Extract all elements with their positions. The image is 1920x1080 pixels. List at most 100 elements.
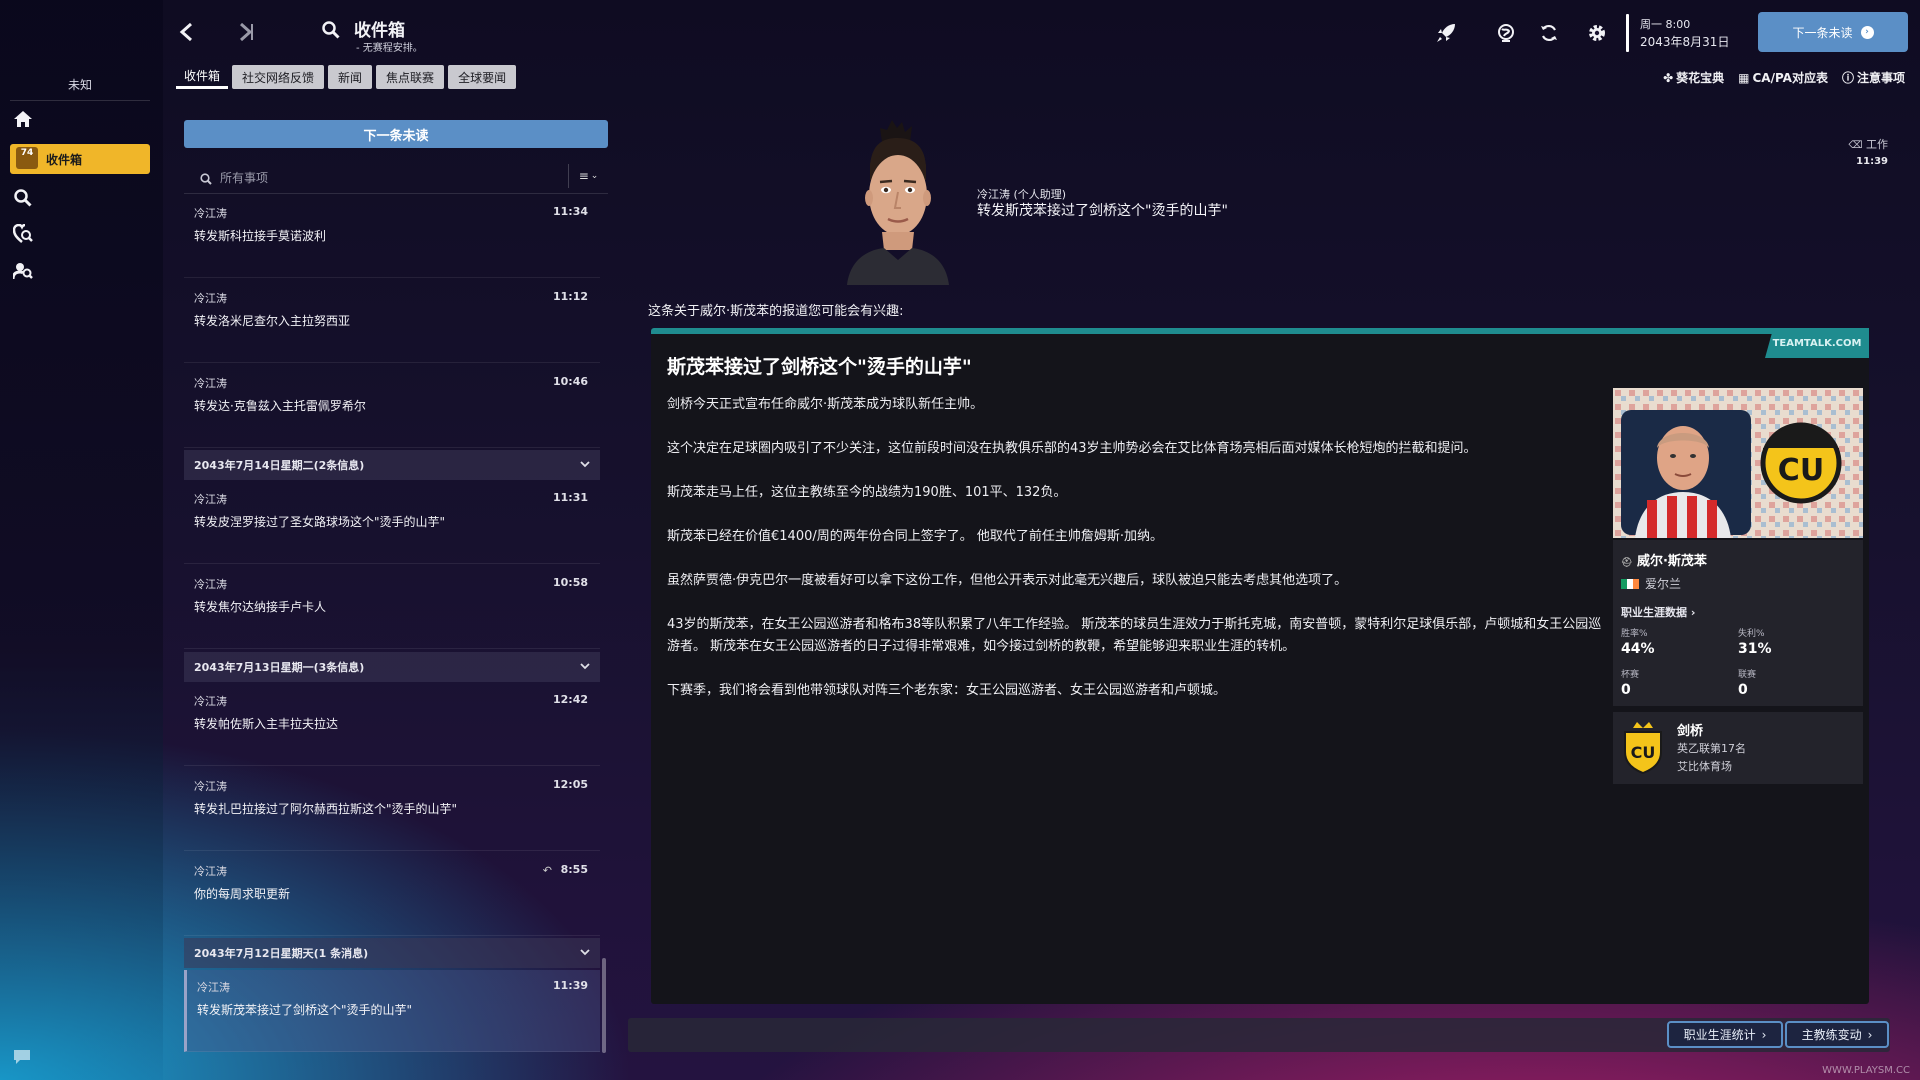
stat-loss-rate: 失利% 31% xyxy=(1738,629,1772,657)
list-item[interactable]: 冷江涛 ↶ 8:55 你的每周求职更新 xyxy=(184,854,600,936)
club-stadium: 艾比体育场 xyxy=(1677,760,1732,773)
search-icon[interactable] xyxy=(12,187,34,209)
sidebar-item-inbox[interactable]: 74 收件箱 xyxy=(10,144,150,174)
career-data-link[interactable]: 职业生涯数据 › xyxy=(1621,604,1855,620)
next-unread-top-button[interactable]: 下一条未读 › xyxy=(1758,12,1908,52)
list-item[interactable]: 冷江涛 10:46 转发达·克鲁兹入主托雷佩罗希尔 xyxy=(184,366,600,448)
manager-info: ⛑ 威尔·斯茂苯 爱尔兰 职业生涯数据 › 胜率% 44% 失利% 31% 杯赛 0 … xyxy=(1613,540,1863,706)
scout-icon[interactable] xyxy=(12,223,34,245)
message-group-header[interactable]: 2043年7月12日星期天(1 条消息) xyxy=(184,938,600,968)
ireland-flag-icon xyxy=(1621,578,1639,589)
sidebar-divider xyxy=(10,100,150,101)
article-paragraph: 斯茂苯走马上任，这位主教练至今的战绩为190胜、101平、132负。 xyxy=(667,485,1067,500)
chevron-down-icon xyxy=(580,660,590,673)
chevron-right-icon: › xyxy=(1761,1027,1767,1042)
refresh-icon[interactable] xyxy=(1537,21,1561,45)
article-paragraph: 43岁的斯茂苯，在女王公园巡游者和格布38等队积累了八年工作经验。 斯茂苯的球员… xyxy=(667,617,1602,654)
list-item[interactable]: 冷江涛 10:58 转发焦尔达纳接手卢卡人 xyxy=(184,567,600,649)
next-unread-button[interactable]: 下一条未读 xyxy=(184,120,608,148)
list-item[interactable]: 冷江涛 12:42 转发帕佐斯入主丰拉夫拉达 xyxy=(184,684,600,766)
list-item[interactable]: 冷江涛 11:12 转发洛米尼查尔入主拉努西亚 xyxy=(184,281,600,363)
right-links: ✤ 葵花宝典 ▦ CA/PA对应表 ⓘ 注意事项 xyxy=(1663,69,1905,86)
message-subject: 转发斯茂苯接过了剑桥这个"烫手的山芋" xyxy=(977,203,1228,219)
staff-search-icon[interactable] xyxy=(12,260,34,282)
message-search-row: 所有事项 ≡ ⌄ xyxy=(184,158,608,194)
svg-text:CU: CU xyxy=(1631,743,1656,762)
stat-leagues: 联赛 0 xyxy=(1738,670,1757,698)
assistant-avatar xyxy=(842,120,952,285)
list-scrollbar[interactable] xyxy=(602,958,606,1053)
manager-name-row[interactable]: ⛑ 威尔·斯茂苯 xyxy=(1621,550,1855,569)
club-card[interactable]: CU 剑桥 英乙联第17名 艾比体育场 xyxy=(1613,712,1863,784)
article-paragraph: 虽然萨贾德·伊克巴尔一度被看好可以拿下这份工作，但他公开表示对此毫无兴趣后，球队… xyxy=(667,573,1348,588)
person-icon: ⛑ xyxy=(1621,558,1633,568)
current-date: 2043年8月31日 xyxy=(1640,35,1730,49)
link-ca-pa-table[interactable]: ▦ CA/PA对应表 xyxy=(1738,69,1828,86)
back-button[interactable] xyxy=(174,20,198,44)
message-group-header[interactable]: 2043年7月13日星期一(3条信息) xyxy=(184,652,600,682)
list-item[interactable]: 冷江涛 11:31 转发皮涅罗接过了圣女路球场这个"烫手的山芋" xyxy=(184,482,600,564)
gear-icon[interactable] xyxy=(1585,21,1609,45)
source-badge[interactable]: TEAMTALK.COM xyxy=(1765,328,1869,358)
manager-photo[interactable]: CU xyxy=(1613,388,1863,538)
message-category-tag: ⌫ 工作 11:39 xyxy=(1848,138,1888,167)
chevron-right-icon: › xyxy=(1867,1027,1873,1042)
article-body: 剑桥今天正式宣布任命威尔·斯茂苯成为球队新任主帅。 这个决定在足球圈内吸引了不少… xyxy=(667,394,1602,724)
current-time: 周一 8:00 xyxy=(1640,18,1691,31)
page-title: 收件箱 xyxy=(354,21,405,41)
sidebar-item-label: 收件箱 xyxy=(46,152,83,167)
article-paragraph: 剑桥今天正式宣布任命威尔·斯茂苯成为球队新任主帅。 xyxy=(667,397,984,412)
manager-card: CU ⛑ 威尔·斯茂苯 爱尔兰 职业生涯数据 › 胜率% 44% 失利% 31% 杯… xyxy=(1613,388,1863,784)
crest-text: CU xyxy=(1778,453,1824,488)
globe-icon[interactable] xyxy=(1494,21,1518,45)
page-subtitle: - 无赛程安排。 xyxy=(356,43,423,54)
search-input[interactable]: 所有事项 xyxy=(220,169,268,186)
article-paragraph: 这个决定在足球圈内吸引了不少关注，这位前段时间没在执教俱乐部的43岁主帅势必会在… xyxy=(667,441,1477,456)
manager-changes-button[interactable]: 主教练变动 › xyxy=(1785,1021,1889,1048)
club-name: 剑桥 xyxy=(1677,724,1704,739)
rocket-icon[interactable] xyxy=(1434,21,1458,45)
manager-stats: 胜率% 44% 失利% 31% 杯赛 0 联赛 0 xyxy=(1621,626,1855,698)
club-crest-icon: CU xyxy=(1621,722,1665,778)
chevron-down-icon xyxy=(580,458,590,471)
list-item[interactable]: 冷江涛 12:05 转发扎巴拉接过了阿尔赫西拉斯这个"烫手的山芋" xyxy=(184,769,600,851)
message-group-header[interactable]: 2043年7月14日星期二(2条信息) xyxy=(184,450,600,480)
stat-cups: 杯赛 0 xyxy=(1621,670,1640,698)
career-stats-button[interactable]: 职业生涯统计 › xyxy=(1667,1021,1783,1048)
manager-name: 未知 xyxy=(67,78,92,92)
next-unread-label: 下一条未读 xyxy=(1792,25,1853,40)
tab-bar: 收件箱 社交网络反馈 新闻 焦点联赛 全球要闻 xyxy=(176,65,517,89)
filter-menu-button[interactable]: ≡ ⌄ xyxy=(568,164,608,188)
tab-news[interactable]: 新闻 xyxy=(328,65,373,89)
date-divider xyxy=(1626,14,1629,52)
chevron-down-icon: ⌄ xyxy=(590,171,599,181)
club-league-position: 英乙联第17名 xyxy=(1677,742,1746,755)
home-icon[interactable] xyxy=(12,108,34,130)
reply-icon: ↶ xyxy=(542,864,552,877)
message-list-panel: 下一条未读 所有事项 ≡ ⌄ 冷江涛 11:34 转发斯科拉接手莫诺波利 冷江涛 … xyxy=(184,120,608,1055)
tag-icon: ⌫ xyxy=(1848,140,1863,151)
chat-icon[interactable] xyxy=(12,1048,32,1066)
forward-button[interactable] xyxy=(234,20,258,44)
tab-inbox[interactable]: 收件箱 xyxy=(176,65,229,89)
inbox-badge: 74 xyxy=(16,147,38,169)
grid-icon: ✤ xyxy=(1663,70,1674,85)
sidebar: 未知 74 收件箱 xyxy=(0,0,163,1080)
info-icon: ⓘ xyxy=(1841,71,1854,85)
manager-nationality[interactable]: 爱尔兰 xyxy=(1621,575,1855,592)
list-item[interactable]: 冷江涛 11:34 转发斯科拉接手莫诺波利 xyxy=(184,196,600,278)
article-paragraph: 斯茂苯已经在价值€1400/周的两年份合同上签字了。 他取代了前任主帅詹姆斯·加… xyxy=(667,529,1164,544)
search-icon[interactable] xyxy=(322,21,340,43)
message-intro: 这条关于威尔·斯茂苯的报道您可能会有兴趣: xyxy=(648,304,904,319)
chevron-down-icon xyxy=(580,946,590,959)
search-icon xyxy=(200,170,212,189)
watermark: WWW.PLAYSM.CC xyxy=(1822,1065,1910,1076)
link-guide[interactable]: ✤ 葵花宝典 xyxy=(1663,69,1724,86)
list-item-selected[interactable]: 冷江涛 11:39 转发斯茂苯接过了剑桥这个"烫手的山芋" xyxy=(184,970,600,1052)
tab-social-feedback[interactable]: 社交网络反馈 xyxy=(232,65,325,89)
link-notes[interactable]: ⓘ 注意事项 xyxy=(1842,69,1905,86)
tab-world-news[interactable]: 全球要闻 xyxy=(448,65,517,89)
tab-focus-league[interactable]: 焦点联赛 xyxy=(376,65,445,89)
news-article: TEAMTALK.COM 斯茂苯接过了剑桥这个"烫手的山芋" 剑桥今天正式宣布任… xyxy=(651,328,1869,1004)
article-paragraph: 下赛季，我们将会看到他带领球队对阵三个老东家：女王公园巡游者、女王公园巡游者和卢… xyxy=(667,683,1227,698)
